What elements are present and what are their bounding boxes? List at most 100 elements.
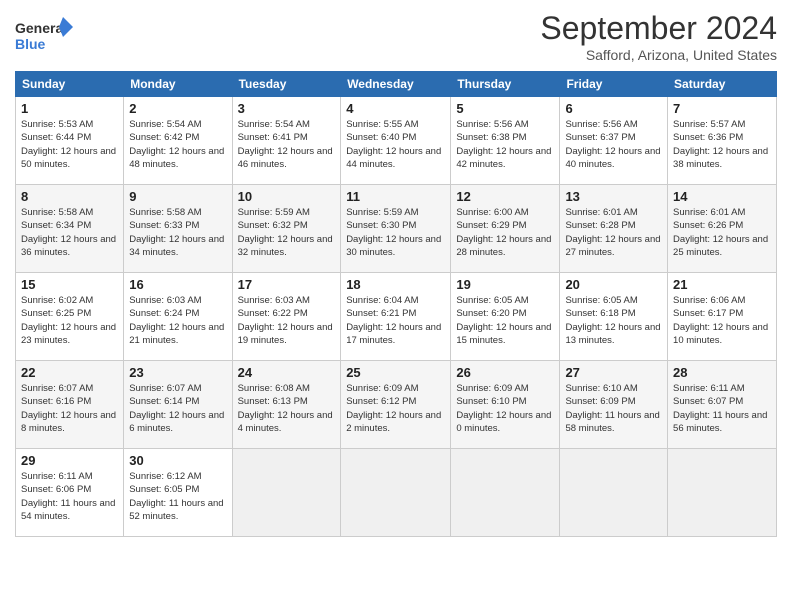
day-cell [451, 449, 560, 537]
day-info: Sunrise: 6:04 AMSunset: 6:21 PMDaylight:… [346, 295, 441, 346]
header: General Blue September 2024 Safford, Ari… [15, 10, 777, 63]
day-cell: 24 Sunrise: 6:08 AMSunset: 6:13 PMDaylig… [232, 361, 341, 449]
day-cell: 8 Sunrise: 5:58 AMSunset: 6:34 PMDayligh… [16, 185, 124, 273]
day-info: Sunrise: 6:03 AMSunset: 6:22 PMDaylight:… [238, 295, 333, 346]
day-info: Sunrise: 6:09 AMSunset: 6:10 PMDaylight:… [456, 383, 551, 434]
day-cell: 27 Sunrise: 6:10 AMSunset: 6:09 PMDaylig… [560, 361, 668, 449]
day-info: Sunrise: 5:57 AMSunset: 6:36 PMDaylight:… [673, 119, 768, 170]
day-cell: 22 Sunrise: 6:07 AMSunset: 6:16 PMDaylig… [16, 361, 124, 449]
logo: General Blue [15, 15, 75, 57]
day-info: Sunrise: 6:05 AMSunset: 6:18 PMDaylight:… [565, 295, 660, 346]
day-cell: 17 Sunrise: 6:03 AMSunset: 6:22 PMDaylig… [232, 273, 341, 361]
day-info: Sunrise: 6:00 AMSunset: 6:29 PMDaylight:… [456, 207, 551, 258]
col-friday: Friday [560, 72, 668, 97]
day-number: 26 [456, 365, 554, 380]
week-row-5: 29 Sunrise: 6:11 AMSunset: 6:06 PMDaylig… [16, 449, 777, 537]
day-cell: 20 Sunrise: 6:05 AMSunset: 6:18 PMDaylig… [560, 273, 668, 361]
day-cell: 19 Sunrise: 6:05 AMSunset: 6:20 PMDaylig… [451, 273, 560, 361]
day-number: 20 [565, 277, 662, 292]
day-info: Sunrise: 6:09 AMSunset: 6:12 PMDaylight:… [346, 383, 441, 434]
day-number: 18 [346, 277, 445, 292]
day-info: Sunrise: 5:55 AMSunset: 6:40 PMDaylight:… [346, 119, 441, 170]
day-cell: 3 Sunrise: 5:54 AMSunset: 6:41 PMDayligh… [232, 97, 341, 185]
day-number: 2 [129, 101, 226, 116]
day-info: Sunrise: 5:56 AMSunset: 6:37 PMDaylight:… [565, 119, 660, 170]
title-area: September 2024 Safford, Arizona, United … [540, 10, 777, 63]
day-info: Sunrise: 6:07 AMSunset: 6:14 PMDaylight:… [129, 383, 224, 434]
day-number: 12 [456, 189, 554, 204]
week-row-1: 1 Sunrise: 5:53 AMSunset: 6:44 PMDayligh… [16, 97, 777, 185]
day-info: Sunrise: 6:08 AMSunset: 6:13 PMDaylight:… [238, 383, 333, 434]
day-number: 1 [21, 101, 118, 116]
logo-svg: General Blue [15, 15, 75, 57]
day-number: 25 [346, 365, 445, 380]
week-row-3: 15 Sunrise: 6:02 AMSunset: 6:25 PMDaylig… [16, 273, 777, 361]
day-cell: 1 Sunrise: 5:53 AMSunset: 6:44 PMDayligh… [16, 97, 124, 185]
day-number: 15 [21, 277, 118, 292]
col-thursday: Thursday [451, 72, 560, 97]
day-cell: 6 Sunrise: 5:56 AMSunset: 6:37 PMDayligh… [560, 97, 668, 185]
day-number: 21 [673, 277, 771, 292]
day-info: Sunrise: 6:11 AMSunset: 6:06 PMDaylight:… [21, 471, 115, 522]
day-number: 29 [21, 453, 118, 468]
day-cell: 4 Sunrise: 5:55 AMSunset: 6:40 PMDayligh… [341, 97, 451, 185]
day-info: Sunrise: 5:54 AMSunset: 6:41 PMDaylight:… [238, 119, 333, 170]
day-cell: 29 Sunrise: 6:11 AMSunset: 6:06 PMDaylig… [16, 449, 124, 537]
col-tuesday: Tuesday [232, 72, 341, 97]
day-info: Sunrise: 5:58 AMSunset: 6:33 PMDaylight:… [129, 207, 224, 258]
day-number: 14 [673, 189, 771, 204]
day-info: Sunrise: 6:01 AMSunset: 6:28 PMDaylight:… [565, 207, 660, 258]
day-cell: 12 Sunrise: 6:00 AMSunset: 6:29 PMDaylig… [451, 185, 560, 273]
day-number: 24 [238, 365, 336, 380]
svg-text:Blue: Blue [15, 36, 46, 52]
calendar-header-row: Sunday Monday Tuesday Wednesday Thursday… [16, 72, 777, 97]
day-info: Sunrise: 6:11 AMSunset: 6:07 PMDaylight:… [673, 383, 767, 434]
col-monday: Monday [124, 72, 232, 97]
svg-text:General: General [15, 20, 67, 36]
day-cell: 14 Sunrise: 6:01 AMSunset: 6:26 PMDaylig… [668, 185, 777, 273]
day-number: 28 [673, 365, 771, 380]
day-number: 8 [21, 189, 118, 204]
day-number: 16 [129, 277, 226, 292]
day-info: Sunrise: 6:10 AMSunset: 6:09 PMDaylight:… [565, 383, 659, 434]
day-cell [668, 449, 777, 537]
calendar-table: Sunday Monday Tuesday Wednesday Thursday… [15, 71, 777, 537]
day-number: 13 [565, 189, 662, 204]
day-number: 9 [129, 189, 226, 204]
week-row-4: 22 Sunrise: 6:07 AMSunset: 6:16 PMDaylig… [16, 361, 777, 449]
day-info: Sunrise: 6:02 AMSunset: 6:25 PMDaylight:… [21, 295, 116, 346]
day-info: Sunrise: 5:59 AMSunset: 6:32 PMDaylight:… [238, 207, 333, 258]
day-cell: 7 Sunrise: 5:57 AMSunset: 6:36 PMDayligh… [668, 97, 777, 185]
page-container: General Blue September 2024 Safford, Ari… [0, 0, 792, 547]
day-cell: 18 Sunrise: 6:04 AMSunset: 6:21 PMDaylig… [341, 273, 451, 361]
day-number: 22 [21, 365, 118, 380]
day-number: 23 [129, 365, 226, 380]
day-cell: 28 Sunrise: 6:11 AMSunset: 6:07 PMDaylig… [668, 361, 777, 449]
day-info: Sunrise: 6:12 AMSunset: 6:05 PMDaylight:… [129, 471, 223, 522]
day-number: 4 [346, 101, 445, 116]
day-cell: 16 Sunrise: 6:03 AMSunset: 6:24 PMDaylig… [124, 273, 232, 361]
day-info: Sunrise: 5:54 AMSunset: 6:42 PMDaylight:… [129, 119, 224, 170]
day-info: Sunrise: 5:56 AMSunset: 6:38 PMDaylight:… [456, 119, 551, 170]
day-number: 17 [238, 277, 336, 292]
day-number: 11 [346, 189, 445, 204]
day-number: 27 [565, 365, 662, 380]
col-sunday: Sunday [16, 72, 124, 97]
day-info: Sunrise: 6:03 AMSunset: 6:24 PMDaylight:… [129, 295, 224, 346]
col-saturday: Saturday [668, 72, 777, 97]
day-cell: 13 Sunrise: 6:01 AMSunset: 6:28 PMDaylig… [560, 185, 668, 273]
day-cell: 21 Sunrise: 6:06 AMSunset: 6:17 PMDaylig… [668, 273, 777, 361]
day-info: Sunrise: 6:07 AMSunset: 6:16 PMDaylight:… [21, 383, 116, 434]
day-number: 6 [565, 101, 662, 116]
day-info: Sunrise: 5:53 AMSunset: 6:44 PMDaylight:… [21, 119, 116, 170]
day-cell: 23 Sunrise: 6:07 AMSunset: 6:14 PMDaylig… [124, 361, 232, 449]
day-cell: 10 Sunrise: 5:59 AMSunset: 6:32 PMDaylig… [232, 185, 341, 273]
day-info: Sunrise: 5:59 AMSunset: 6:30 PMDaylight:… [346, 207, 441, 258]
week-row-2: 8 Sunrise: 5:58 AMSunset: 6:34 PMDayligh… [16, 185, 777, 273]
day-info: Sunrise: 6:06 AMSunset: 6:17 PMDaylight:… [673, 295, 768, 346]
day-number: 5 [456, 101, 554, 116]
day-cell: 25 Sunrise: 6:09 AMSunset: 6:12 PMDaylig… [341, 361, 451, 449]
day-number: 19 [456, 277, 554, 292]
day-info: Sunrise: 5:58 AMSunset: 6:34 PMDaylight:… [21, 207, 116, 258]
day-cell: 26 Sunrise: 6:09 AMSunset: 6:10 PMDaylig… [451, 361, 560, 449]
